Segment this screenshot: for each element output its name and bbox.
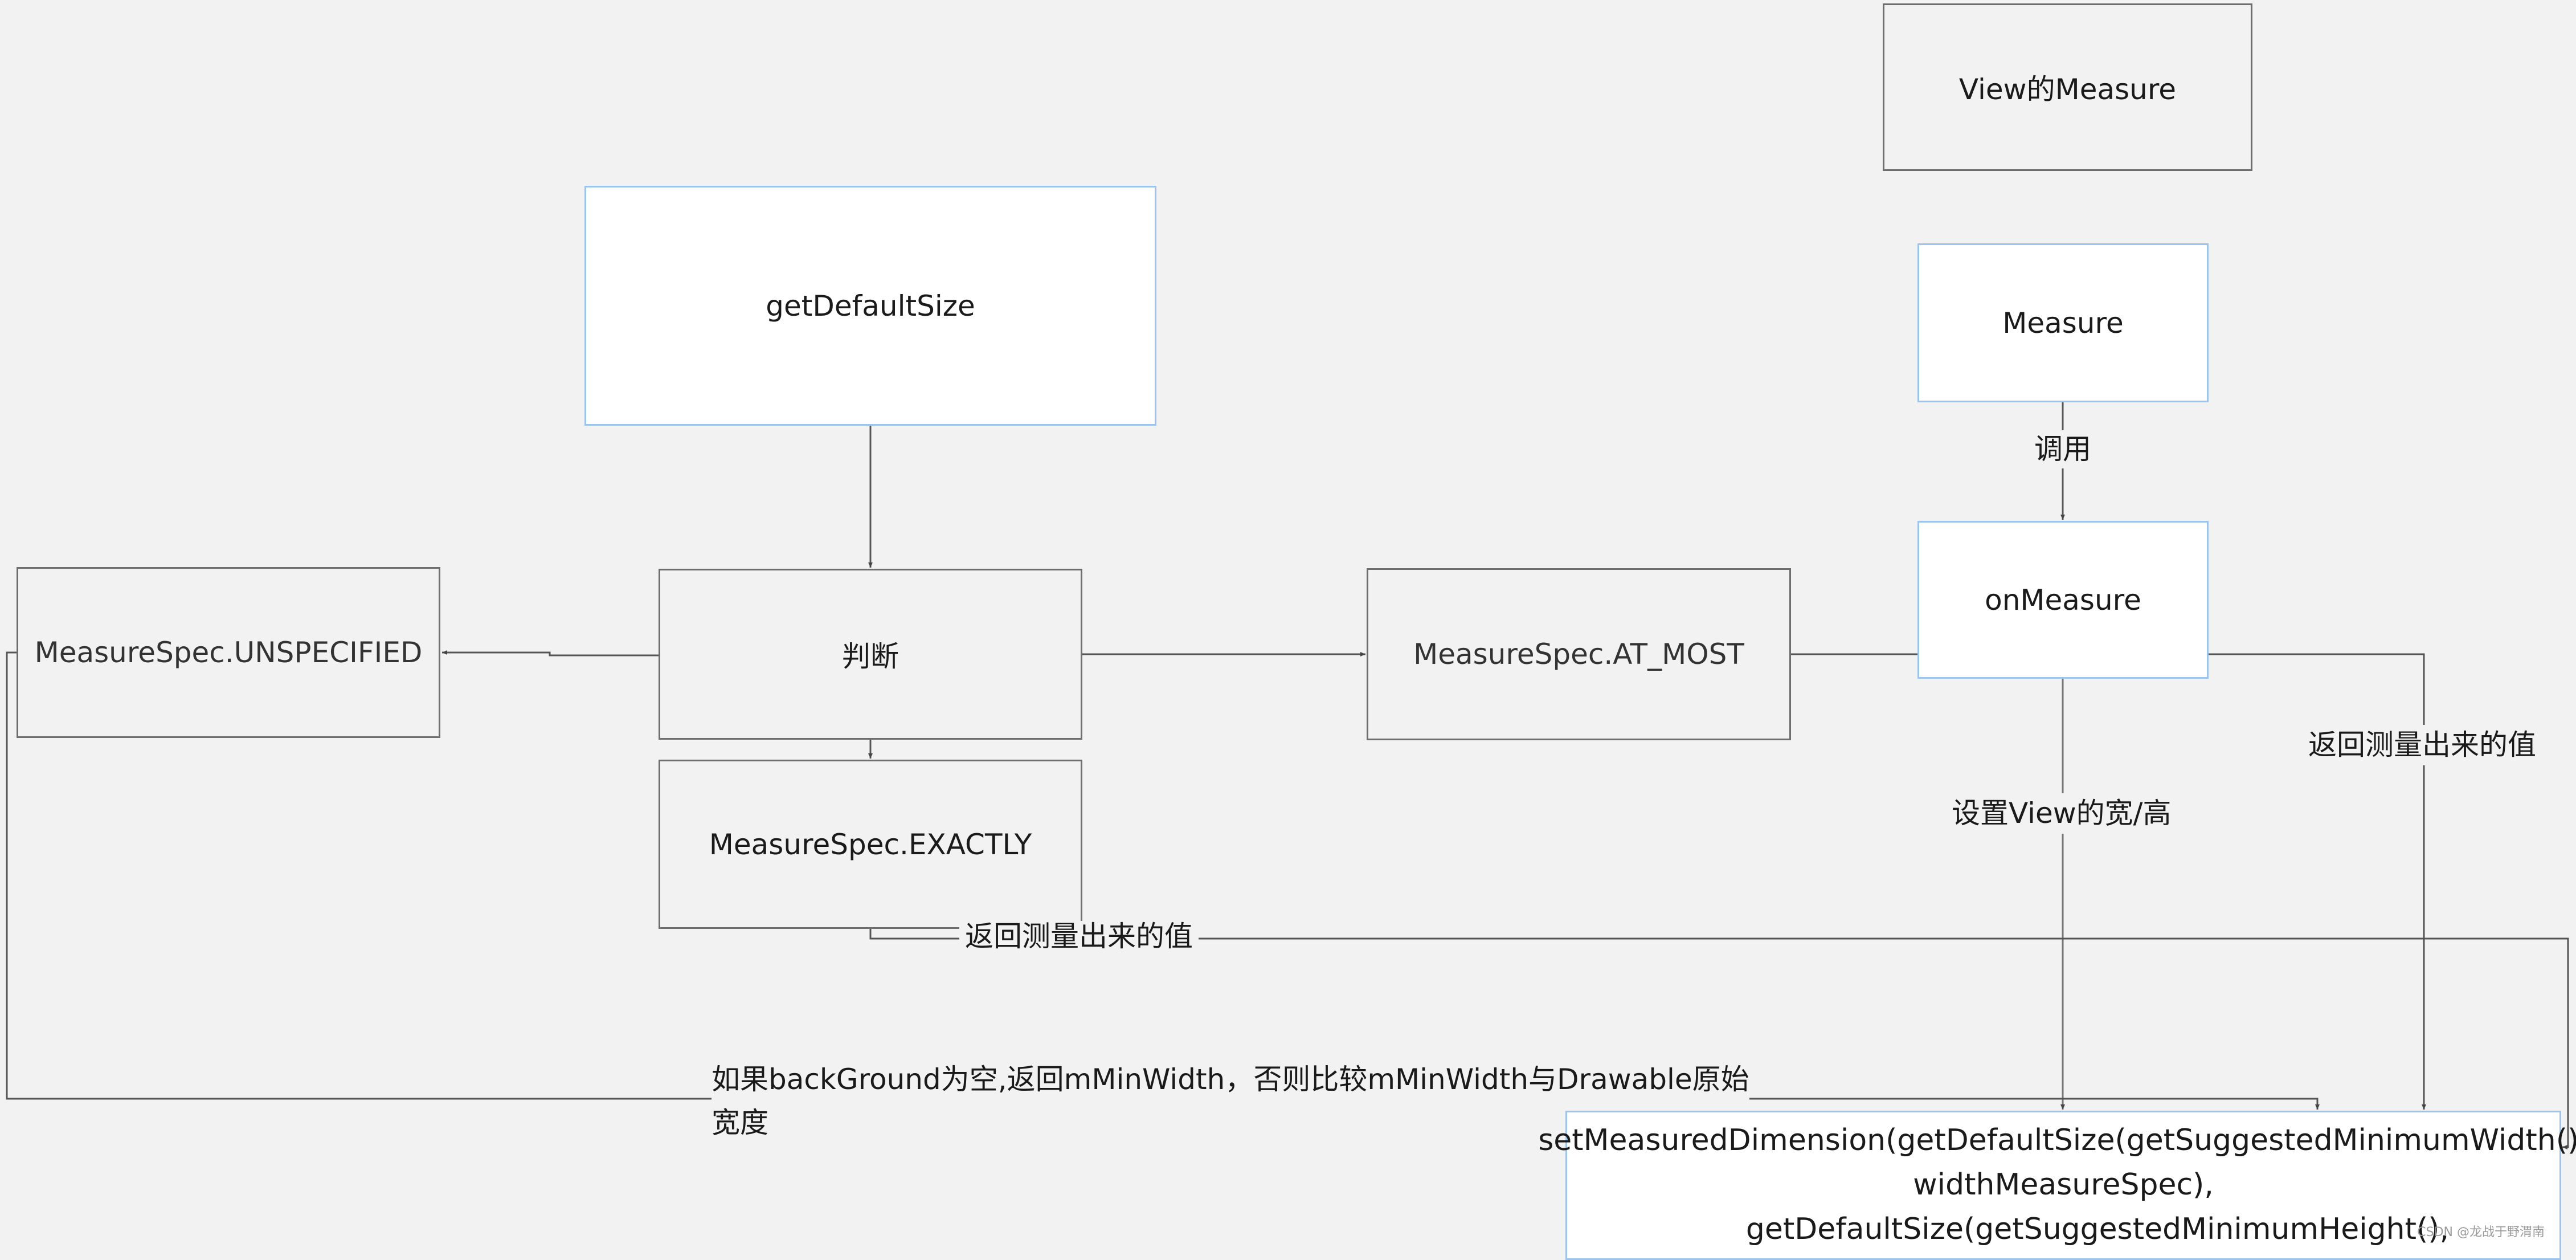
node-unspecified[interactable]: MeasureSpec.UNSPECIFIED <box>17 567 440 738</box>
edge-label-call: 调用 <box>2034 430 2091 468</box>
edge-atmost-to-setdimension <box>1791 653 2426 1110</box>
watermark: CSDN @龙战于野渭南 <box>2417 1225 2545 1239</box>
node-label: getDefaultSize <box>766 289 975 323</box>
background-rule-line-1: 如果backGround为空,返回mMinWidth，否则比较mMinWidth… <box>712 1058 1749 1101</box>
edge-label-return-value-mid: 返回测量出来的值 <box>959 921 1199 952</box>
background-rule-line-2: 宽度 <box>712 1106 768 1139</box>
node-measure[interactable]: Measure <box>1917 243 2209 402</box>
node-label: 判断 <box>842 640 899 673</box>
edge-judge-to-unspecified <box>442 650 659 656</box>
node-label: MeasureSpec.UNSPECIFIED <box>34 636 423 669</box>
title-box: View的Measure <box>1883 3 2252 171</box>
edge-label-set-view-size: 设置View的宽/高 <box>1952 793 2172 834</box>
edge-label-return-value-right: 返回测量出来的值 <box>2308 725 2536 765</box>
node-label: onMeasure <box>1985 583 2141 617</box>
code-line-3: getDefaultSize(getSuggestedMinimumHeight… <box>1745 1212 2450 1246</box>
node-label: MeasureSpec.EXACTLY <box>709 827 1032 861</box>
node-label: Measure <box>2002 306 2124 340</box>
node-judge[interactable]: 判断 <box>659 569 1082 740</box>
title-text: View的Measure <box>1958 73 2177 106</box>
code-line-2: widthMeasureSpec), <box>1913 1168 2214 1202</box>
edge-label-background-rule: 如果backGround为空,返回mMinWidth，否则比较mMinWidth… <box>712 1058 1755 1144</box>
node-label: MeasureSpec.AT_MOST <box>1413 638 1744 671</box>
node-at-most[interactable]: MeasureSpec.AT_MOST <box>1367 568 1791 740</box>
node-exactly[interactable]: MeasureSpec.EXACTLY <box>659 760 1082 929</box>
node-on-measure[interactable]: onMeasure <box>1917 521 2209 679</box>
node-get-default-size[interactable]: getDefaultSize <box>584 186 1156 426</box>
